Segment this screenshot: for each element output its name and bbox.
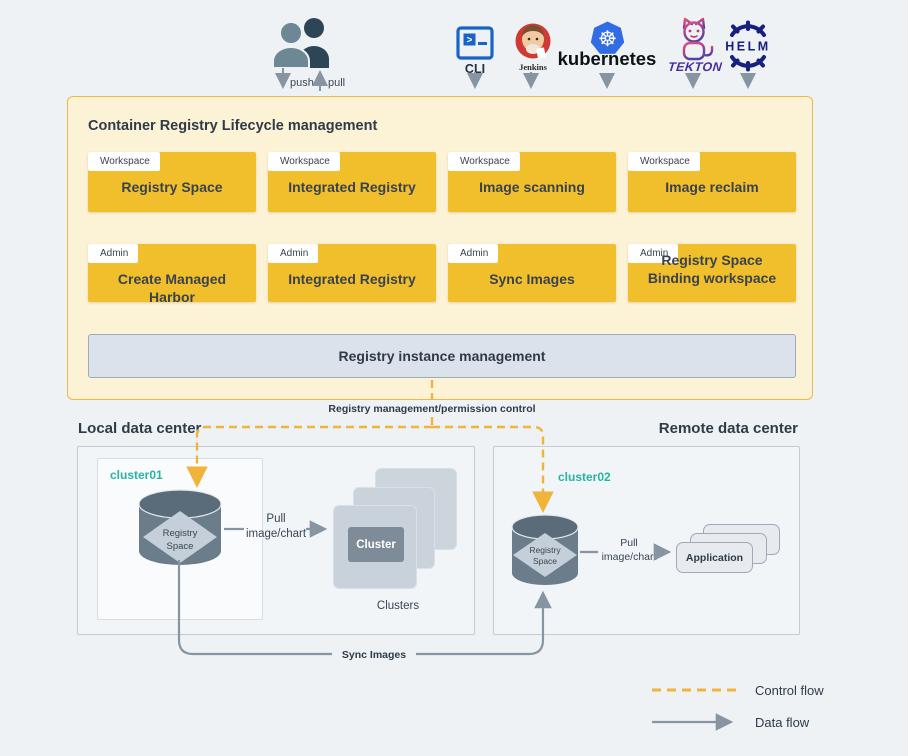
cluster-card-front: Cluster [333, 505, 417, 589]
node-integrated-registry-admin: Admin Integrated Registry [268, 244, 436, 302]
helm-icon: HELM [722, 20, 774, 72]
workspace-tag: Workspace [448, 152, 520, 171]
legend-data-flow: Data flow [755, 715, 809, 730]
node-sync-images: Admin Sync Images [448, 244, 616, 302]
node-integrated-registry-ws: Workspace Integrated Registry [268, 152, 436, 212]
local-dc-title: Local data center [78, 420, 201, 437]
jenkins-label: Jenkins [513, 62, 553, 72]
local-pull-label: Pull image/chart [230, 512, 322, 542]
node-image-scanning: Workspace Image scanning [448, 152, 616, 212]
node-registry-space-binding: Admin Registry Space Binding workspace [628, 244, 796, 302]
clusters-caption: Clusters [358, 600, 438, 612]
admin-tag: Admin [88, 244, 138, 263]
cluster02-label: cluster02 [558, 470, 611, 484]
remote-pull-label: Pull image/chart [596, 536, 662, 564]
cli-label: CLI [456, 62, 494, 76]
cluster01-label: cluster01 [110, 468, 163, 482]
workspace-tag: Workspace [268, 152, 340, 171]
kubernetes-label: kubernetes [552, 48, 662, 70]
sync-images-label: Sync Images [336, 649, 412, 661]
workspace-tag: Workspace [88, 152, 160, 171]
lifecycle-panel-title: Container Registry Lifecycle management [88, 118, 377, 134]
node-create-managed-harbor: Admin Create Managed Harbor [88, 244, 256, 302]
control-flow-label: Registry management/permission control [322, 403, 542, 415]
registry-instance-management-bar: Registry instance management [88, 334, 796, 378]
tekton-label: TEKTON [667, 60, 720, 74]
application-card-front: Application [676, 542, 753, 573]
node-registry-space: Workspace Registry Space [88, 152, 256, 212]
jenkins-icon [514, 22, 552, 60]
tekton-icon [672, 16, 716, 62]
helm-label: HELM [725, 40, 770, 54]
admin-tag: Admin [268, 244, 318, 263]
remote-dc-title: Remote data center [650, 420, 798, 437]
node-image-reclaim: Workspace Image reclaim [628, 152, 796, 212]
push-label: push [290, 77, 314, 89]
cli-icon: > [456, 26, 494, 60]
workspace-tag: Workspace [628, 152, 700, 171]
cluster-node: Cluster [348, 527, 404, 562]
pull-label: pull [328, 77, 345, 89]
users-icon [268, 16, 338, 68]
legend-control-flow: Control flow [755, 683, 824, 698]
admin-tag: Admin [448, 244, 498, 263]
svg-text:>: > [466, 36, 472, 47]
